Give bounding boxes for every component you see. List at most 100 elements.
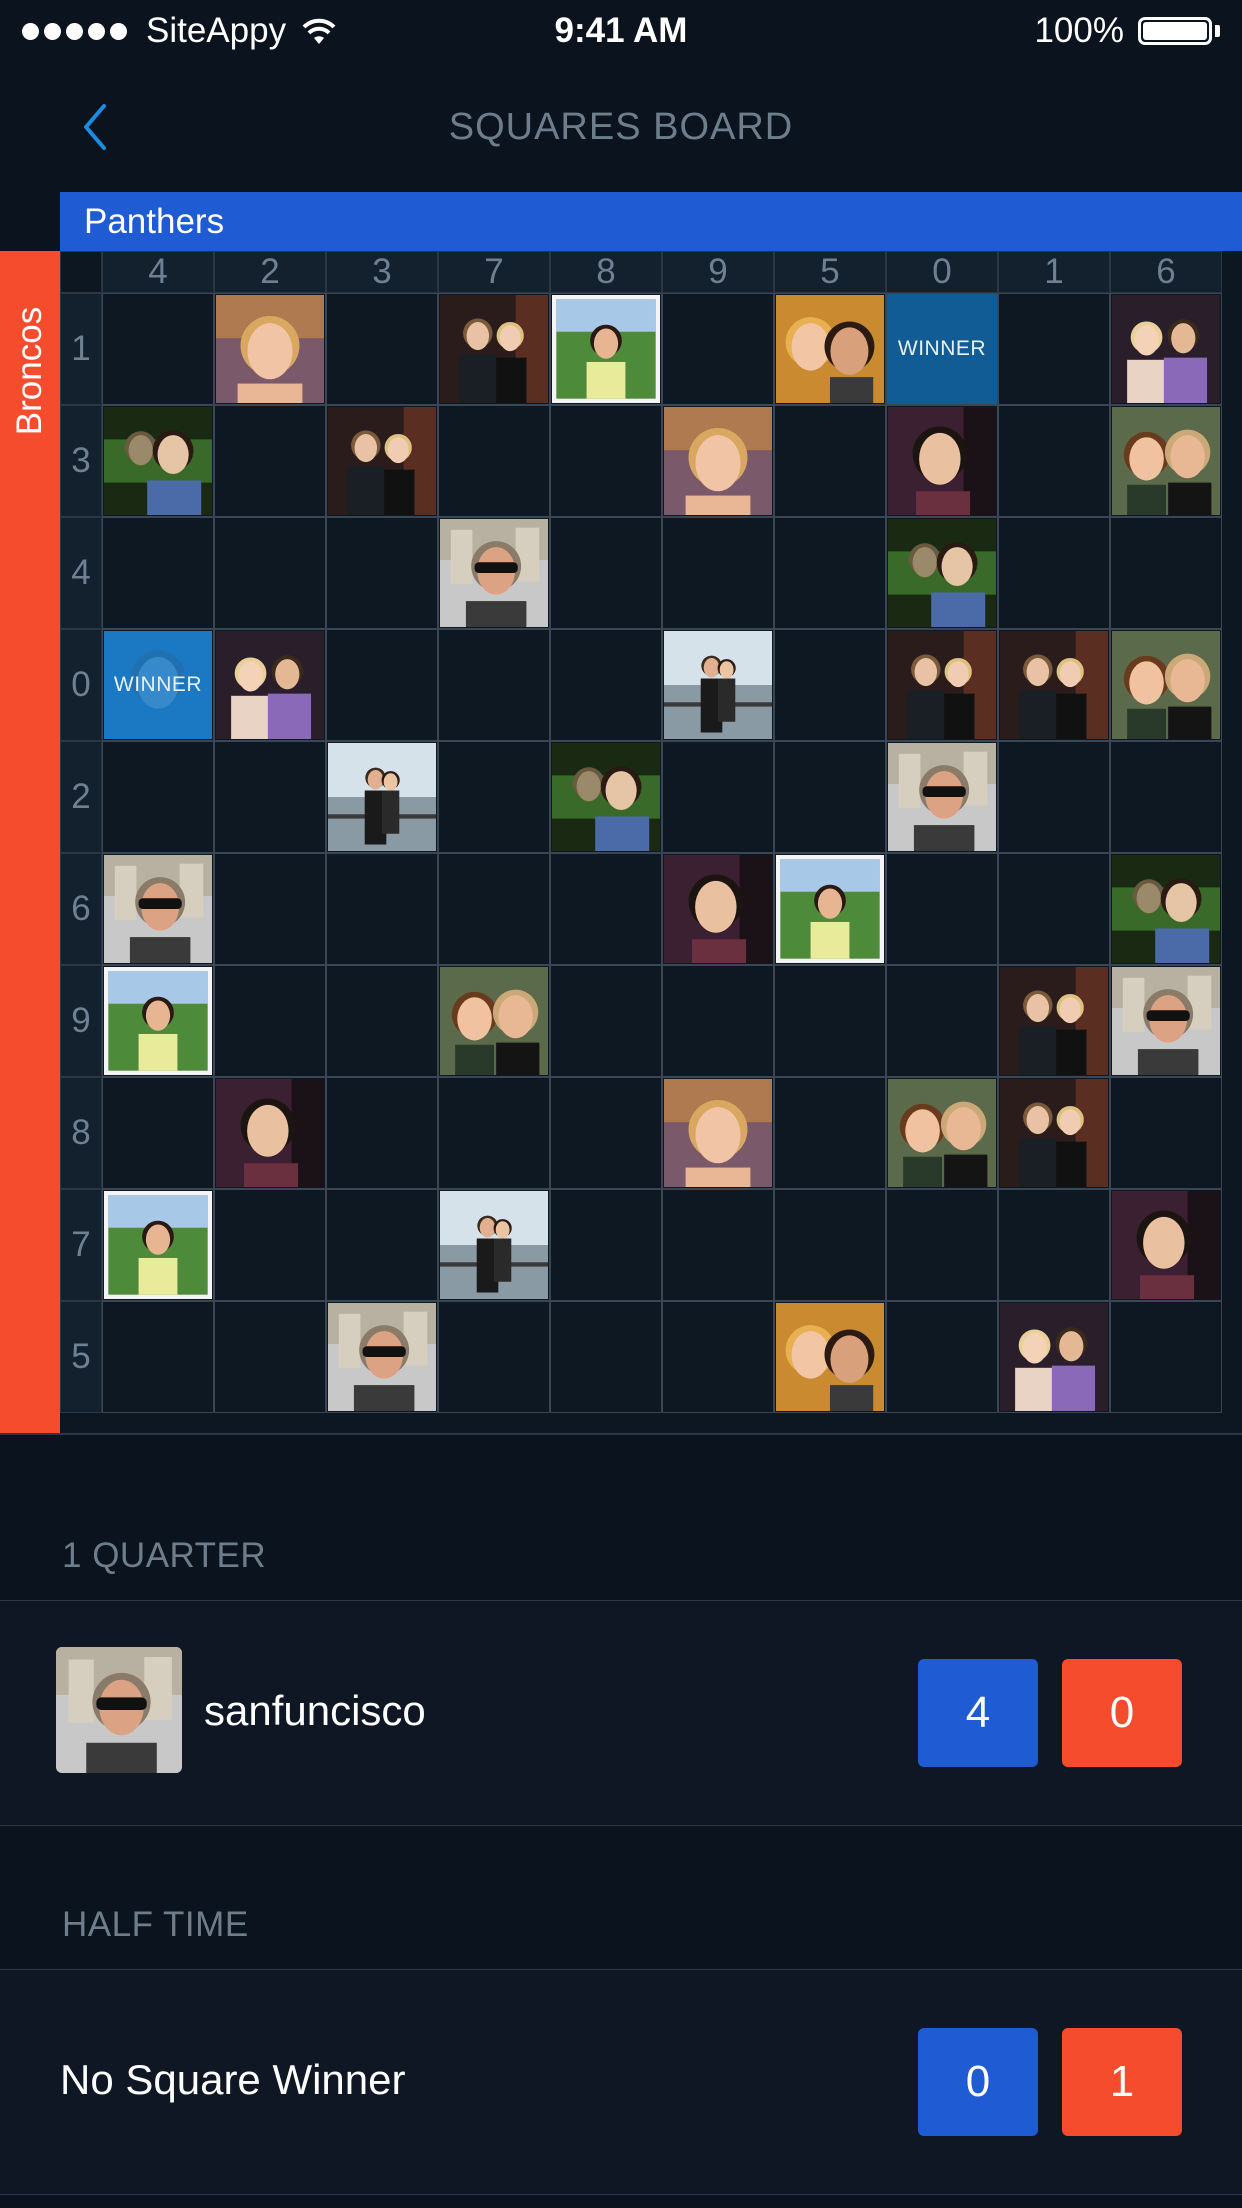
- board-square[interactable]: [102, 741, 214, 853]
- board-square[interactable]: [886, 1077, 998, 1189]
- board-square[interactable]: [774, 965, 886, 1077]
- half-time-winner-row[interactable]: No Square Winner 0 1: [0, 1969, 1242, 2195]
- board-square[interactable]: [1110, 965, 1222, 1077]
- board-square[interactable]: [438, 517, 550, 629]
- board-square[interactable]: [550, 741, 662, 853]
- quarter-1-winner-row[interactable]: sanfuncisco 4 0: [0, 1600, 1242, 1826]
- board-square[interactable]: [886, 1189, 998, 1301]
- board-square[interactable]: [774, 853, 886, 965]
- board-square[interactable]: [214, 1189, 326, 1301]
- board-square[interactable]: [326, 517, 438, 629]
- board-square[interactable]: [998, 1301, 1110, 1413]
- board-square[interactable]: [774, 1301, 886, 1413]
- board-square[interactable]: [886, 853, 998, 965]
- board-square[interactable]: [102, 517, 214, 629]
- board-square[interactable]: [662, 853, 774, 965]
- board-square[interactable]: [550, 1077, 662, 1189]
- board-square[interactable]: [1110, 629, 1222, 741]
- board-square[interactable]: [662, 1189, 774, 1301]
- board-square[interactable]: [102, 1301, 214, 1413]
- board-square[interactable]: [662, 741, 774, 853]
- board-square[interactable]: [326, 293, 438, 405]
- board-square[interactable]: [1110, 741, 1222, 853]
- board-square[interactable]: [998, 405, 1110, 517]
- board-square[interactable]: [998, 1077, 1110, 1189]
- board-square[interactable]: [214, 741, 326, 853]
- board-square[interactable]: [326, 741, 438, 853]
- board-square[interactable]: [102, 293, 214, 405]
- board-square[interactable]: [214, 629, 326, 741]
- board-square[interactable]: [998, 629, 1110, 741]
- board-square[interactable]: [1110, 1189, 1222, 1301]
- board-square[interactable]: [774, 741, 886, 853]
- board-square[interactable]: [1110, 293, 1222, 405]
- board-square[interactable]: [998, 853, 1110, 965]
- board-square[interactable]: [774, 405, 886, 517]
- board-square[interactable]: [438, 965, 550, 1077]
- board-square[interactable]: [998, 293, 1110, 405]
- board-square[interactable]: [550, 853, 662, 965]
- board-square[interactable]: [550, 517, 662, 629]
- board-square[interactable]: [1110, 1077, 1222, 1189]
- board-square[interactable]: [438, 1189, 550, 1301]
- board-square[interactable]: [998, 741, 1110, 853]
- board-square[interactable]: [438, 629, 550, 741]
- board-square[interactable]: [998, 517, 1110, 629]
- board-square[interactable]: [662, 1077, 774, 1189]
- board-square[interactable]: [438, 1301, 550, 1413]
- board-square[interactable]: [326, 629, 438, 741]
- board-square[interactable]: [550, 1301, 662, 1413]
- board-square[interactable]: [1110, 517, 1222, 629]
- board-square[interactable]: [214, 853, 326, 965]
- board-square[interactable]: [214, 517, 326, 629]
- board-square[interactable]: [550, 405, 662, 517]
- board-square[interactable]: [438, 293, 550, 405]
- board-square[interactable]: [326, 853, 438, 965]
- board-square[interactable]: [326, 1301, 438, 1413]
- board-square[interactable]: [774, 293, 886, 405]
- board-square[interactable]: [102, 405, 214, 517]
- board-square[interactable]: [886, 965, 998, 1077]
- board-square[interactable]: [214, 1301, 326, 1413]
- board-square[interactable]: WINNER: [102, 629, 214, 741]
- board-square[interactable]: [662, 1301, 774, 1413]
- board-square[interactable]: [550, 293, 662, 405]
- board-square[interactable]: [438, 405, 550, 517]
- board-square[interactable]: [886, 517, 998, 629]
- board-square[interactable]: [102, 1189, 214, 1301]
- board-square[interactable]: [998, 1189, 1110, 1301]
- board-square[interactable]: [102, 1077, 214, 1189]
- board-square[interactable]: [102, 853, 214, 965]
- board-square[interactable]: [326, 1189, 438, 1301]
- board-square[interactable]: [438, 1077, 550, 1189]
- board-square[interactable]: [886, 405, 998, 517]
- board-square[interactable]: [774, 1077, 886, 1189]
- board-square[interactable]: [550, 965, 662, 1077]
- board-square[interactable]: [550, 629, 662, 741]
- board-square[interactable]: [1110, 1301, 1222, 1413]
- board-square[interactable]: [1110, 853, 1222, 965]
- board-square[interactable]: [662, 965, 774, 1077]
- board-square[interactable]: [662, 405, 774, 517]
- board-square[interactable]: [886, 629, 998, 741]
- board-square[interactable]: [774, 629, 886, 741]
- board-square[interactable]: [326, 1077, 438, 1189]
- board-square[interactable]: [214, 405, 326, 517]
- board-square[interactable]: [214, 1077, 326, 1189]
- board-square[interactable]: [326, 965, 438, 1077]
- board-square[interactable]: [438, 741, 550, 853]
- board-square[interactable]: [774, 1189, 886, 1301]
- board-square[interactable]: [662, 293, 774, 405]
- board-square[interactable]: [214, 965, 326, 1077]
- board-square[interactable]: [438, 853, 550, 965]
- board-square[interactable]: WINNER: [886, 293, 998, 405]
- board-square[interactable]: [886, 741, 998, 853]
- board-square[interactable]: [774, 517, 886, 629]
- board-square[interactable]: [662, 629, 774, 741]
- board-square[interactable]: [102, 965, 214, 1077]
- board-square[interactable]: [550, 1189, 662, 1301]
- board-square[interactable]: [214, 293, 326, 405]
- board-square[interactable]: [998, 965, 1110, 1077]
- board-square[interactable]: [326, 405, 438, 517]
- board-square[interactable]: [886, 1301, 998, 1413]
